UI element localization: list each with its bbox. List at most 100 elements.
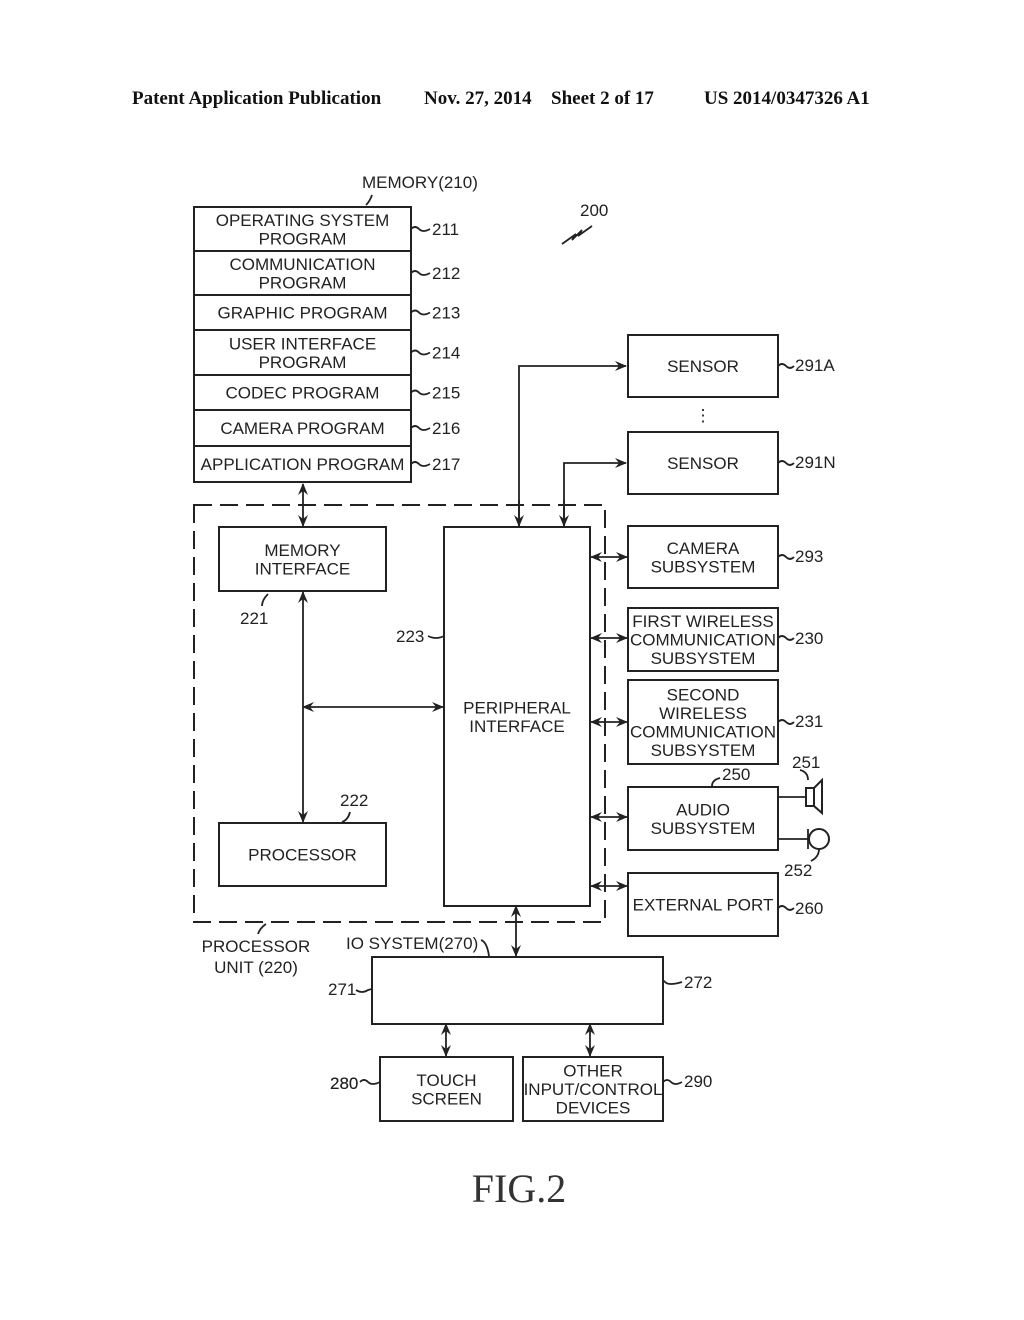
memory-program-5-label: CODEC PROGRAM	[226, 384, 380, 403]
memory-program-6: CAMERA PROGRAM 216	[193, 409, 460, 447]
sensor-ellipsis: ⋮	[695, 406, 712, 425]
processor-unit-label-line: PROCESSOR	[202, 937, 311, 956]
memory-program-5: CODEC PROGRAM 215	[193, 374, 460, 411]
memory-program-3-ref: 213	[432, 304, 460, 323]
first-wireless-subsystem-label: FIRST WIRELESS	[632, 612, 773, 631]
external-port: EXTERNAL PORT 260	[627, 872, 823, 937]
memory-block: MEMORY(210) OPERATING SYSTEMPROGRAM 211CO…	[193, 173, 478, 483]
touch-screen-label: SCREEN	[411, 1089, 482, 1108]
camera-subsystem-label: CAMERA	[667, 539, 740, 558]
sensor-n-ref-leader	[777, 460, 795, 466]
system-ref-zigzag-icon	[561, 225, 593, 245]
microphone-icon	[778, 828, 830, 862]
sensor-a: SENSOR 291A	[627, 334, 835, 398]
first-wireless-subsystem-label: SUBSYSTEM	[651, 649, 756, 668]
first-wireless-subsystem-label: COMMUNICATION	[630, 631, 776, 650]
audio-subsystem: AUDIOSUBSYSTEM	[627, 786, 779, 851]
second-wireless-subsystem: SECONDWIRELESSCOMMUNICATIONSUBSYSTEM 231	[627, 679, 823, 765]
peripheral-interface: PERIPHERALINTERFACE	[443, 526, 591, 907]
memory-program-6-label: CAMERA PROGRAM	[220, 419, 384, 438]
second-wireless-subsystem-ref: 231	[795, 712, 823, 731]
sensor-a-ref: 291A	[795, 356, 835, 375]
other-input-devices-ref-leader	[662, 1079, 683, 1085]
camera-subsystem-label: SUBSYSTEM	[651, 557, 756, 576]
memory-title: MEMORY(210)	[362, 173, 478, 192]
touch-controller-ref: 271	[328, 980, 356, 999]
memory-program-3: GRAPHIC PROGRAM 213	[193, 294, 460, 331]
memory-program-1: OPERATING SYSTEMPROGRAM 211	[193, 206, 459, 252]
speaker-ref: 251	[792, 753, 820, 772]
memory-program-1-label: PROGRAM	[259, 229, 347, 248]
external-port-ref-leader	[777, 905, 795, 911]
other-input-devices-ref: 290	[684, 1072, 712, 1091]
memory-program-1-ref: 211	[432, 220, 459, 239]
memory-program-2-ref-leader	[410, 270, 431, 276]
touch-screen-ref2: 280	[330, 1074, 358, 1093]
audio-subsystem-label: AUDIO	[676, 800, 730, 819]
second-wireless-subsystem-label: WIRELESS	[659, 704, 747, 723]
memory-program-3-ref-leader	[410, 309, 431, 316]
sensor-a-ref-leader	[777, 363, 795, 369]
second-wireless-subsystem-label: COMMUNICATION	[630, 722, 776, 741]
other-input-controller-ref: 272	[684, 973, 712, 992]
memory-program-4-ref-leader	[410, 349, 431, 356]
memory-program-1-label: OPERATING SYSTEM	[216, 211, 390, 230]
memory-program-2-label: COMMUNICATION	[229, 255, 375, 274]
audio-leader	[711, 777, 721, 787]
memory-program-4-label: USER INTERFACE	[229, 334, 376, 353]
memory-interface-ref: 221	[240, 609, 268, 628]
touch-screen-label: TOUCH	[416, 1071, 476, 1090]
memory-interface: MEMORYINTERFACE	[218, 526, 387, 592]
memory-program-3-label: GRAPHIC PROGRAM	[217, 304, 387, 323]
peripheral-interface-ref: 223	[396, 627, 424, 646]
memory-program-6-ref: 216	[432, 419, 460, 438]
memory-program-2: COMMUNICATIONPROGRAM 212	[193, 250, 460, 296]
audio-subsystem-ref: 250	[722, 765, 750, 784]
camera-subsystem-ref-leader	[777, 554, 795, 560]
first-wireless-subsystem: FIRST WIRELESSCOMMUNICATIONSUBSYSTEM 230	[627, 607, 823, 672]
camera-subsystem: CAMERASUBSYSTEM 293	[627, 525, 823, 589]
external-port-label: EXTERNAL PORT	[633, 896, 774, 915]
sensor-n-label: SENSOR	[667, 454, 739, 473]
processor: PROCESSOR	[218, 822, 387, 887]
memory-program-4-label: PROGRAM	[259, 353, 347, 372]
memory-program-2-label: PROGRAM	[259, 273, 347, 292]
memory-interface-leader	[261, 593, 269, 607]
other-input-devices-label: OTHER	[563, 1062, 623, 1081]
memory-program-4-ref: 214	[432, 344, 460, 363]
memory-program-2-ref: 212	[432, 264, 460, 283]
other-input-devices: OTHERINPUT/CONTROLDEVICES 290	[522, 1056, 712, 1122]
second-wireless-subsystem-label: SUBSYSTEM	[651, 741, 756, 760]
memory-leader	[365, 194, 373, 206]
memory-program-4: USER INTERFACEPROGRAM 214	[193, 329, 460, 376]
io-system-leader	[480, 939, 490, 957]
memory-program-7-ref-leader	[410, 461, 431, 467]
processor-label: PROCESSOR	[248, 846, 357, 865]
memory-program-5-ref: 215	[432, 384, 460, 403]
other-input-devices-label: DEVICES	[556, 1099, 631, 1118]
memory-program-7: APPLICATION PROGRAM 217	[193, 445, 460, 483]
peripheral-interface-label: PERIPHERAL	[463, 698, 571, 717]
external-port-ref: 260	[795, 899, 823, 918]
processor-unit-leader	[257, 923, 267, 935]
first-wireless-subsystem-ref-leader	[777, 635, 795, 641]
processor-unit-label: PROCESSOR UNIT (220)	[202, 923, 311, 977]
memory-interface-label: INTERFACE	[255, 559, 350, 578]
processor-ref: 222	[340, 791, 368, 810]
microphone-ref: 252	[784, 861, 812, 880]
memory-program-7-ref: 217	[432, 455, 460, 474]
second-wireless-subsystem-ref-leader	[777, 719, 795, 725]
memory-program-5-ref-leader	[410, 389, 431, 396]
audio-subsystem-label: SUBSYSTEM	[651, 819, 756, 838]
touch-screen-ref-leader	[359, 1079, 381, 1085]
memory-program-1-ref-leader	[410, 226, 431, 232]
second-wireless-subsystem-label: SECOND	[667, 685, 740, 704]
memory-program-7-label: APPLICATION PROGRAM	[201, 455, 405, 474]
processor-leader	[341, 811, 351, 823]
sensor-n-ref: 291N	[795, 453, 836, 472]
sensor-n: SENSOR 291N	[627, 431, 836, 495]
other-input-devices-label: INPUT/CONTROL	[524, 1080, 663, 1099]
peripheral-to-sensor-a-line	[518, 361, 627, 526]
processor-unit-label-line: UNIT (220)	[214, 958, 298, 977]
io-system-block	[371, 956, 664, 1025]
